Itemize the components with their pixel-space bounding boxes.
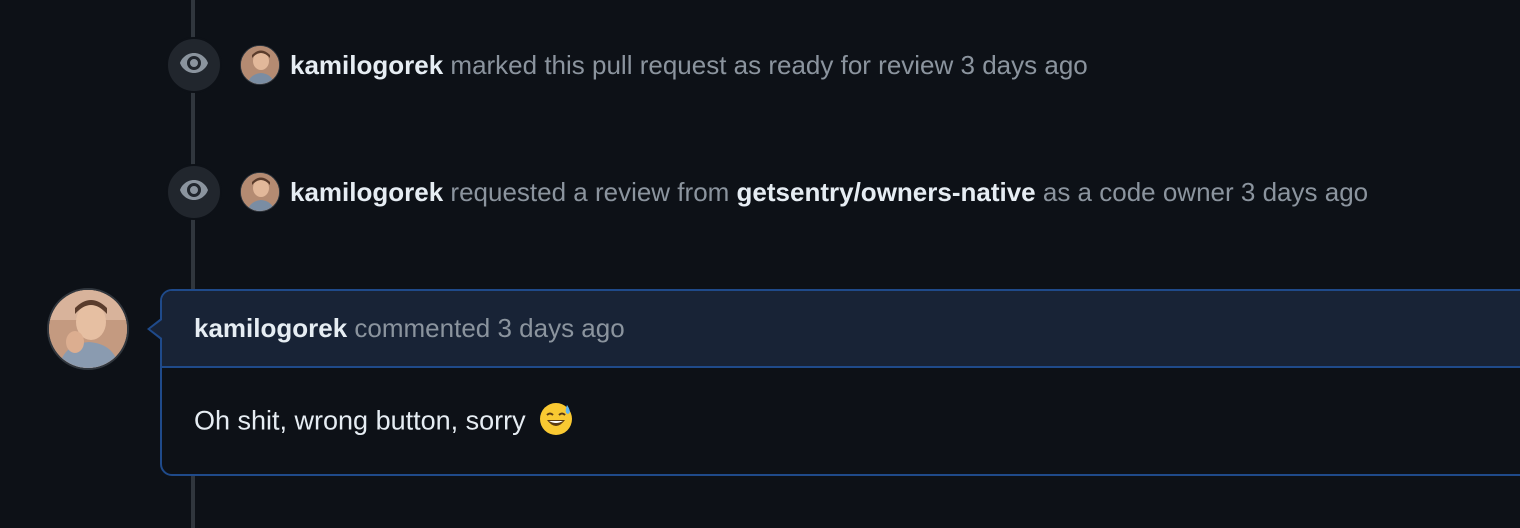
avatar[interactable] (240, 172, 280, 212)
event-action: marked this pull request as ready for re… (450, 50, 954, 80)
event-action: requested a review from (450, 177, 730, 207)
actor-link[interactable]: kamilogorek (290, 177, 443, 207)
comment-author-avatar[interactable] (47, 288, 129, 370)
eye-icon (178, 47, 210, 84)
comment-time[interactable]: 3 days ago (497, 313, 624, 344)
comment-card: kamilogorek commented 3 days ago Oh shit… (160, 289, 1520, 476)
eye-icon (178, 174, 210, 211)
comment-body: Oh shit, wrong button, sorry (162, 368, 1520, 443)
comment-pointer-inner (150, 320, 162, 338)
avatar[interactable] (240, 45, 280, 85)
event-badge (166, 164, 222, 220)
actor-link[interactable]: kamilogorek (290, 50, 443, 80)
event-badge (166, 37, 222, 93)
pr-timeline: kamilogorek marked this pull request as … (0, 0, 1520, 528)
event-text: kamilogorek requested a review from gets… (290, 176, 1368, 208)
timeline-event-review-requested: kamilogorek requested a review from gets… (166, 164, 1368, 220)
event-text: kamilogorek marked this pull request as … (290, 49, 1088, 81)
comment-header: kamilogorek commented 3 days ago (162, 291, 1520, 368)
timeline-event-ready-for-review: kamilogorek marked this pull request as … (166, 37, 1088, 93)
event-time[interactable]: 3 days ago (1241, 177, 1368, 207)
event-time[interactable]: 3 days ago (961, 50, 1088, 80)
comment-author-link[interactable]: kamilogorek (194, 313, 347, 344)
comment-action: commented (354, 313, 491, 343)
team-link[interactable]: getsentry/owners-native (737, 177, 1036, 207)
event-suffix: as a code owner (1042, 177, 1234, 207)
comment-text: Oh shit, wrong button, sorry (194, 405, 526, 436)
sweat-smile-emoji-icon (539, 402, 573, 443)
